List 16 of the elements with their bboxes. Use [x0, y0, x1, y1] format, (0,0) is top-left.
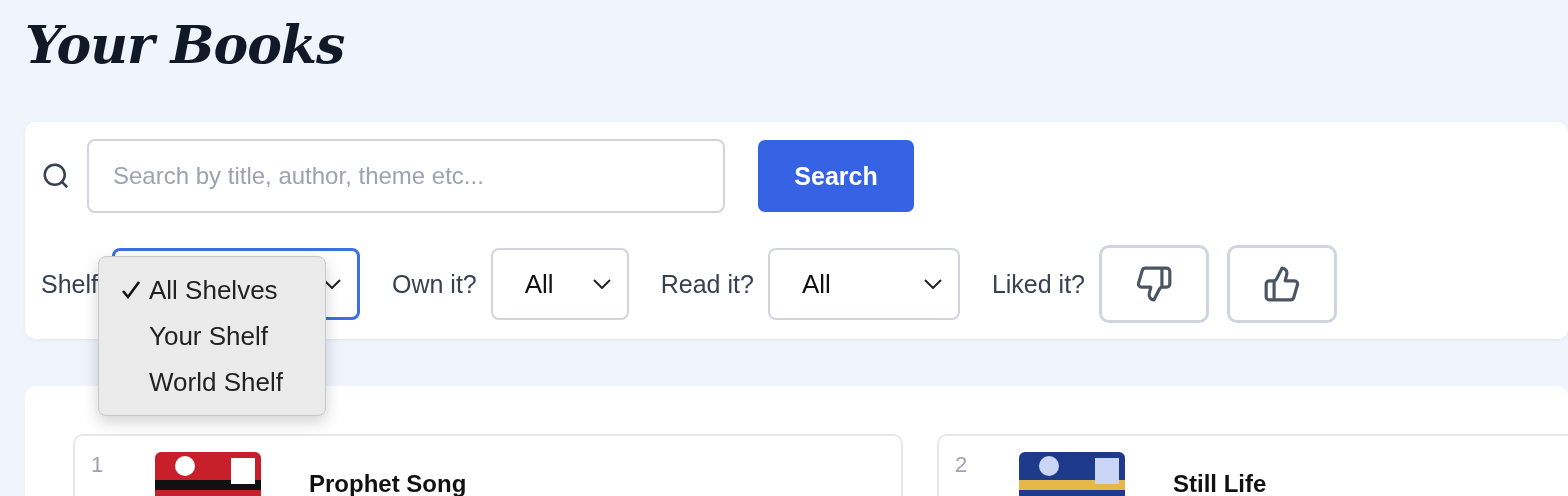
menu-option[interactable]: World Shelf [149, 366, 283, 398]
own-select[interactable]: All [490, 248, 629, 320]
filter-label: Own it? [392, 269, 477, 299]
filter-label: Shelf [41, 269, 98, 299]
book-card[interactable]: 2 Still Life [937, 434, 1568, 496]
page-title: Your Books [25, 13, 346, 77]
book-number: 1 [91, 452, 105, 478]
filter-label: Read it? [660, 269, 754, 299]
read-select[interactable]: All [767, 248, 960, 320]
book-number: 2 [955, 452, 969, 478]
menu-option[interactable]: All Shelves [149, 274, 278, 306]
book-title: Still Life [1173, 470, 1267, 496]
filter-label: Liked it? [991, 269, 1085, 299]
search-field[interactable]: Search by title, author, theme etc... [87, 139, 725, 213]
search-button[interactable]: Search [758, 140, 914, 212]
menu-option[interactable]: Your Shelf [149, 320, 268, 352]
